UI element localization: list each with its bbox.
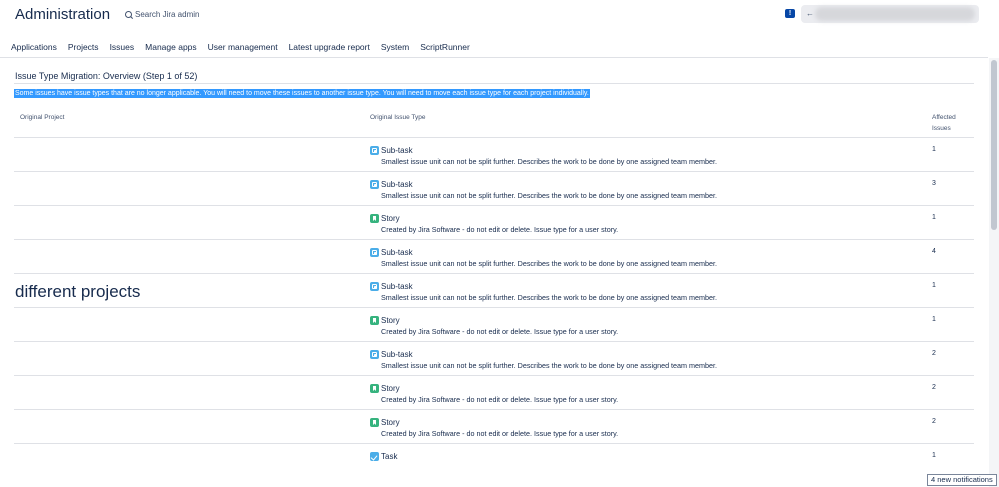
scrollbar-thumb[interactable] [991,60,997,230]
issue-type-name: Sub-task [381,180,413,189]
nav-item-system[interactable]: System [381,42,409,52]
issue-type-description: Smallest issue unit can not be split fur… [381,361,717,370]
nav-item-manage-apps[interactable]: Manage apps [145,42,197,52]
search-jira-admin[interactable]: Search Jira admin [125,10,199,19]
story-icon [370,384,379,393]
affected-issues-count: 4 [932,248,936,255]
affected-issues-count: 1 [932,282,936,289]
affected-header-line2: Issues [932,125,951,132]
affected-header-line1: Affected [932,114,956,121]
issue-type-name: Story [381,214,400,223]
issue-type-description: Created by Jira Software - do not edit o… [381,225,619,234]
feedback-icon[interactable]: ! [785,9,795,18]
issue-type-name: Sub-task [381,350,413,359]
issue-type-description: Created by Jira Software - do not edit o… [381,395,619,404]
nav-item-scriptrunner[interactable]: ScriptRunner [420,42,470,52]
issue-type-name: Sub-task [381,248,413,257]
issue-type-description: Created by Jira Software - do not edit o… [381,429,619,438]
table-row: Sub-task Smallest issue unit can not be s… [14,342,974,376]
issue-type-description: Smallest issue unit can not be split fur… [381,191,717,200]
issue-type-description: Smallest issue unit can not be split fur… [381,293,717,302]
table-row: Story Created by Jira Software - do not e… [14,410,974,444]
page-title: Administration [15,6,111,23]
affected-issues-count: 1 [932,452,936,459]
nav-item-issues[interactable]: Issues [110,42,135,52]
affected-issues-count: 1 [932,316,936,323]
affected-issues-count: 1 [932,146,936,153]
admin-nav: Applications Projects Issues Manage apps Use… [11,42,470,52]
column-header-original-project: Original Project [20,114,65,121]
back-arrow-icon[interactable]: ← [806,9,814,18]
table-row: Story Created by Jira Software - do not e… [14,376,974,410]
table-row: different projects Sub-task Smallest issue… [14,274,974,308]
issue-type-description: Created by Jira Software - do not edit o… [381,327,619,336]
search-icon [125,11,132,18]
search-placeholder: Search Jira admin [135,10,200,19]
subtask-icon [370,350,379,359]
issue-type-name: Task [381,452,398,461]
title-divider [14,83,974,84]
subtask-icon [370,180,379,189]
story-icon [370,214,379,223]
table-row: Sub-task Smallest issue unit can not be s… [14,138,974,172]
table-row: Sub-task Smallest issue unit can not be s… [14,240,974,274]
subtask-icon [370,248,379,257]
table-row: Story Created by Jira Software - do not e… [14,206,974,240]
nav-item-user-management[interactable]: User management [208,42,278,52]
nav-divider [0,57,988,58]
affected-issues-count: 1 [932,214,936,221]
issue-type-name: Story [381,418,400,427]
issue-type-name: Story [381,384,400,393]
redacted-user-info [815,7,975,21]
top-header: Administration Search Jira admin ! ← [0,0,999,34]
affected-issues-count: 2 [932,350,936,357]
info-message-selected: Some issues have issue types that are no… [14,89,590,98]
affected-issues-count: 2 [932,418,936,425]
affected-issues-count: 2 [932,384,936,391]
table-row: Sub-task Smallest issue unit can not be s… [14,172,974,206]
table-row: Story Created by Jira Software - do not e… [14,308,974,342]
nav-item-applications[interactable]: Applications [11,42,57,52]
table-row: Task 1 [14,444,974,478]
issue-type-name: Story [381,316,400,325]
issue-type-name: Sub-task [381,146,413,155]
nav-item-projects[interactable]: Projects [68,42,99,52]
subtask-icon [370,146,379,155]
issue-type-name: Sub-task [381,282,413,291]
affected-issues-count: 3 [932,180,936,187]
issue-type-description: Smallest issue unit can not be split fur… [381,157,717,166]
notifications-badge[interactable]: 4 new notifications [927,474,997,486]
column-header-affected-issues: Affected Issues [932,112,972,134]
nav-item-latest-upgrade-report[interactable]: Latest upgrade report [289,42,370,52]
task-icon [370,452,379,461]
column-header-original-issue-type: Original Issue Type [370,114,426,121]
story-icon [370,418,379,427]
issue-type-description: Smallest issue unit can not be split fur… [381,259,717,268]
story-icon [370,316,379,325]
subtask-icon [370,282,379,291]
original-project-cell: different projects [15,282,141,301]
section-title: Issue Type Migration: Overview (Step 1 o… [15,71,198,81]
